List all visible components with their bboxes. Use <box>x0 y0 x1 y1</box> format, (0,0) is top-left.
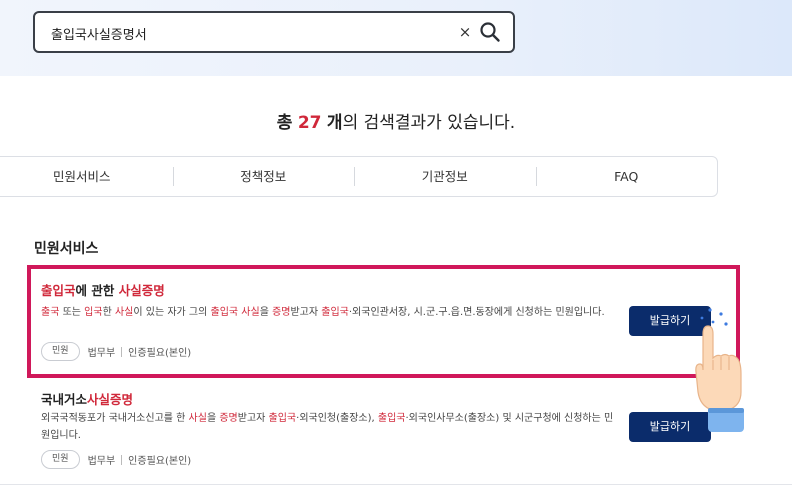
result-item: 국내거소사실증명 외국국적동포가 국내거소신고를 한 사실을 증명받고자 출입국… <box>30 386 718 476</box>
tab-civil-services[interactable]: 민원서비스 <box>0 156 173 197</box>
summary-prefix: 총 <box>276 113 293 133</box>
desc-highlight: 사실 <box>188 413 207 424</box>
section-title: 민원서비스 <box>34 241 99 257</box>
category-tabs: 민원서비스 정책정보 기관정보 FAQ <box>0 156 718 197</box>
result-title-link[interactable]: 국내거소사실증명 <box>41 389 133 408</box>
result-meta: 민원 법무부 인증필요(본인) <box>41 450 191 469</box>
pointing-hand-icon <box>695 308 744 432</box>
search-button[interactable] <box>478 20 502 44</box>
page: × 총 27 개의 검색결과가 있습니다. 민원서비스 정책정보 기관정보 FA… <box>0 0 792 490</box>
agency-label: 법무부 <box>87 456 116 467</box>
title-highlight: 사실증명 <box>87 392 134 407</box>
desc-highlight: 출입국 <box>377 413 406 424</box>
result-description: 외국국적동포가 국내거소신고를 한 사실을 증명받고자 출입국·외국인청(출장소… <box>41 410 621 444</box>
highlight-frame <box>27 265 740 378</box>
divider <box>121 454 123 465</box>
clear-search-button[interactable]: × <box>455 21 475 43</box>
desc-text: 을 <box>206 413 220 424</box>
type-badge: 민원 <box>41 450 80 469</box>
tab-agency-info[interactable]: 기관정보 <box>354 156 536 197</box>
tab-policy-info[interactable]: 정책정보 <box>172 156 355 197</box>
result-summary: 총 27 개의 검색결과가 있습니다. <box>0 108 792 133</box>
auth-label: 인증필요(본인) <box>128 456 192 467</box>
summary-unit: 개 <box>326 113 343 133</box>
search-box: × <box>33 11 515 53</box>
tab-faq[interactable]: FAQ <box>535 156 718 197</box>
title-text: 국내거소 <box>41 392 88 407</box>
summary-suffix: 의 검색결과가 있습니다. <box>342 113 516 133</box>
search-input[interactable] <box>51 22 431 44</box>
search-band: × <box>0 0 792 76</box>
desc-text: 받고자 <box>237 413 269 424</box>
desc-highlight: 증명 <box>219 413 238 424</box>
result-count: 27 <box>297 113 322 133</box>
desc-text: ·외국인청(출장소), <box>296 413 378 424</box>
desc-highlight: 출입국 <box>268 413 297 424</box>
search-icon <box>480 22 500 42</box>
divider <box>0 484 792 485</box>
desc-text: 외국국적동포가 국내거소신고를 한 <box>41 413 189 424</box>
